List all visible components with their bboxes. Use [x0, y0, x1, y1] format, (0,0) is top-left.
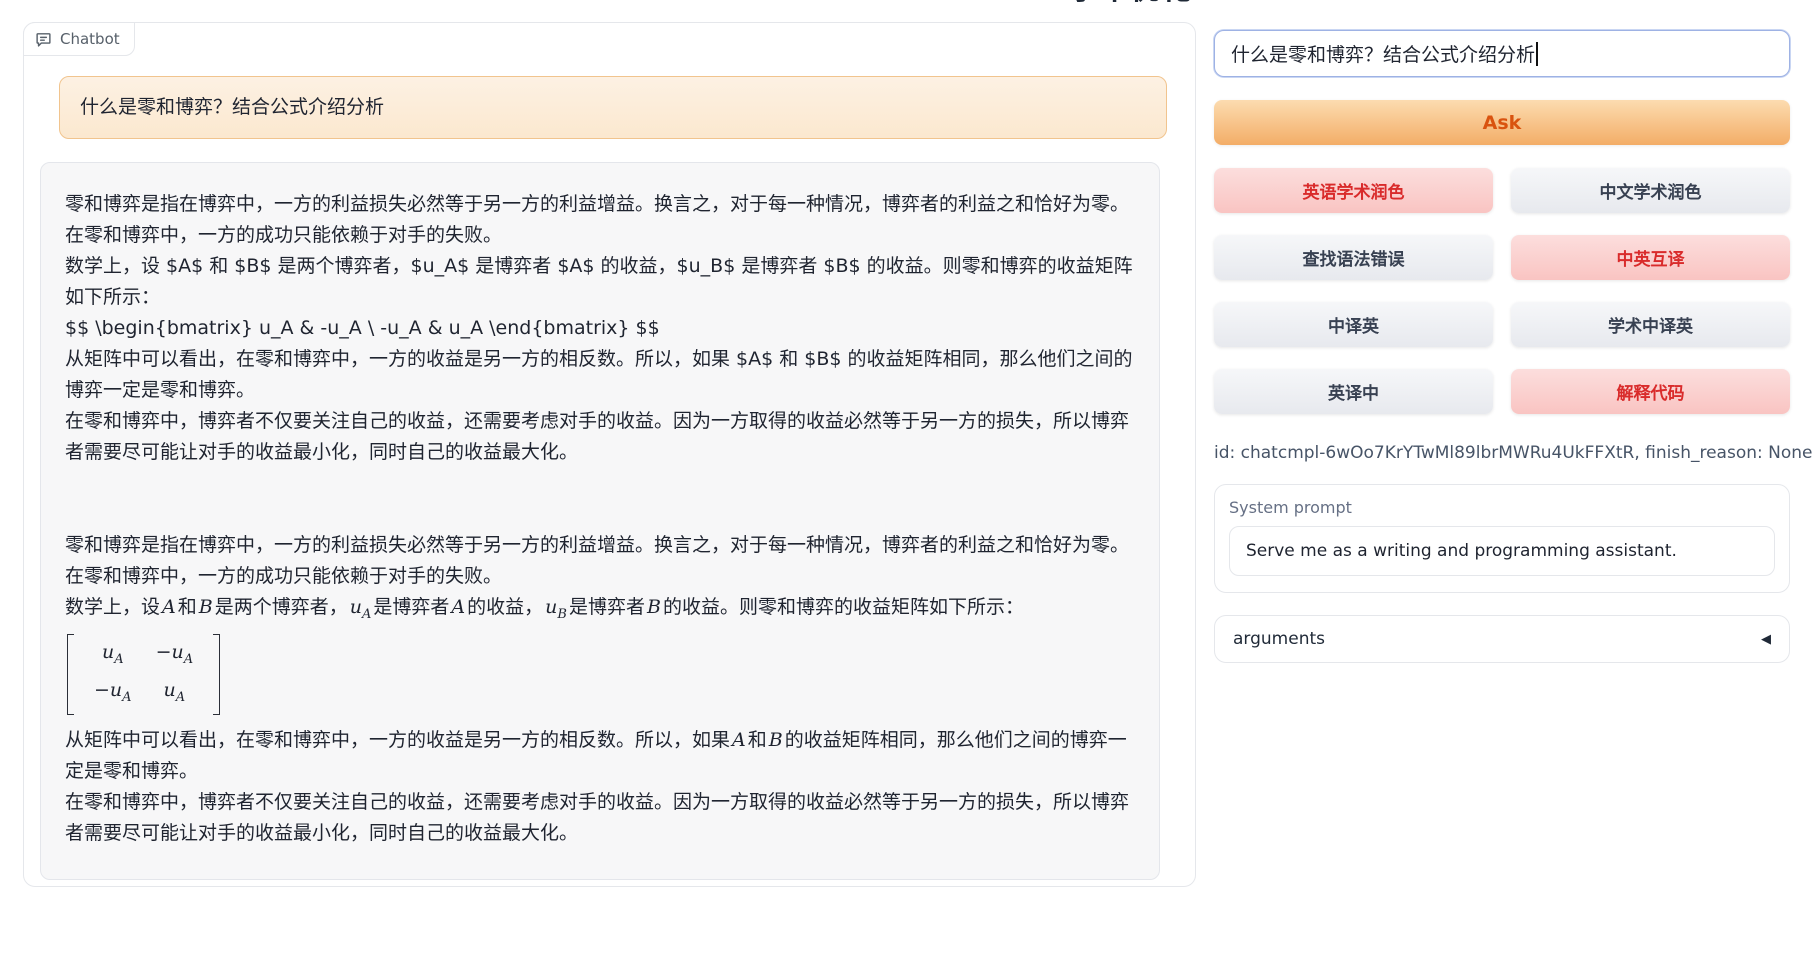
math-variable: −uA — [92, 679, 134, 701]
bot-paragraph: 零和博弈是指在博弈中，一方的利益损失必然等于另一方的利益增益。换言之，对于每一种… — [65, 530, 1135, 561]
math-variable: B — [645, 596, 663, 618]
system-prompt-group: System prompt Serve me as a writing and … — [1214, 484, 1790, 593]
function-button-2[interactable]: 查找语法错误 — [1214, 235, 1493, 280]
function-button-6[interactable]: 英译中 — [1214, 369, 1493, 414]
page-title-clipped: ChatGPT 学术优化 — [0, 0, 1814, 12]
function-button-7[interactable]: 解释代码 — [1511, 369, 1790, 414]
question-input-value: 什么是零和博弈？结合公式介绍分析 — [1231, 40, 1535, 67]
function-button-5[interactable]: 学术中译英 — [1511, 302, 1790, 347]
math-variable: uA — [100, 641, 126, 663]
chat-bubble-icon — [35, 31, 52, 48]
user-message-text: 什么是零和博弈？结合公式介绍分析 — [80, 96, 384, 118]
raw-latex-block: 零和博弈是指在博弈中，一方的利益损失必然等于另一方的利益增益。换言之，对于每一种… — [65, 189, 1135, 468]
chatbot-label-text: Chatbot — [60, 30, 120, 48]
function-button-1[interactable]: 中文学术润色 — [1511, 168, 1790, 213]
math-variable: uB — [543, 596, 569, 618]
ask-button[interactable]: Ask — [1214, 100, 1790, 145]
function-button-3[interactable]: 中英互译 — [1511, 235, 1790, 280]
bot-paragraph: $$ \begin{bmatrix} u_A & -u_A \ -u_A & u… — [65, 313, 1135, 344]
chatbot-label: Chatbot — [23, 22, 135, 56]
arguments-accordion[interactable]: arguments ◀ — [1214, 615, 1790, 663]
chatbot-panel: Chatbot 什么是零和博弈？结合公式介绍分析 零和博弈是指在博弈中，一方的利… — [23, 22, 1196, 887]
bot-paragraph: 在零和博弈中，一方的成功只能依赖于对手的失败。 — [65, 561, 1135, 592]
math-variable: −uA — [154, 641, 196, 663]
function-button-4[interactable]: 中译英 — [1214, 302, 1493, 347]
status-line: id: chatcmpl-6wOo7KrYTwMl89lbrMWRu4UkFFX… — [1214, 443, 1790, 463]
bot-paragraph: 数学上，设A和B是两个博弈者，uA是博弈者A的收益，uB是博弈者B的收益。则零和… — [65, 592, 1135, 630]
arguments-accordion-label: arguments — [1233, 629, 1325, 649]
math-variable: B — [767, 729, 785, 751]
bot-paragraph: 从矩阵中可以看出，在零和博弈中，一方的收益是另一方的相反数。所以，如果 $A$ … — [65, 344, 1135, 406]
bot-paragraph: 零和博弈是指在博弈中，一方的利益损失必然等于另一方的利益增益。换言之，对于每一种… — [65, 189, 1135, 220]
chat-messages[interactable]: 什么是零和博弈？结合公式介绍分析 零和博弈是指在博弈中，一方的利益损失必然等于另… — [24, 23, 1195, 886]
text-cursor — [1536, 42, 1538, 66]
system-prompt-label: System prompt — [1229, 498, 1775, 517]
bot-paragraph: uA −uA −uA uA — [65, 630, 1135, 726]
bot-message: 零和博弈是指在博弈中，一方的利益损失必然等于另一方的利益增益。换言之，对于每一种… — [40, 162, 1160, 880]
bot-paragraph: 在零和博弈中，一方的成功只能依赖于对手的失败。 — [65, 220, 1135, 251]
bot-paragraph: 数学上，设 $A$ 和 $B$ 是两个博弈者，$u_A$ 是博弈者 $A$ 的收… — [65, 251, 1135, 313]
math-variable: uA — [162, 679, 188, 701]
bot-paragraph: 在零和博弈中，博弈者不仅要关注自己的收益，还需要考虑对手的收益。因为一方取得的收… — [65, 406, 1135, 468]
math-variable: B — [197, 596, 215, 618]
math-variable: A — [160, 596, 178, 618]
system-prompt-input[interactable]: Serve me as a writing and programming as… — [1229, 526, 1775, 576]
user-message: 什么是零和博弈？结合公式介绍分析 — [59, 76, 1167, 139]
math-variable: A — [730, 729, 748, 751]
app-title: ChatGPT 学术优化 — [905, 0, 1192, 7]
function-button-grid: 英语学术润色中文学术润色查找语法错误中英互译中译英学术中译英英译中解释代码 — [1214, 168, 1790, 414]
bot-paragraph: 从矩阵中可以看出，在零和博弈中，一方的收益是另一方的相反数。所以，如果A和B的收… — [65, 725, 1135, 787]
controls-column: 什么是零和博弈？结合公式介绍分析 Ask 英语学术润色中文学术润色查找语法错误中… — [1214, 30, 1790, 663]
question-input[interactable]: 什么是零和博弈？结合公式介绍分析 — [1214, 30, 1790, 77]
rendered-math-block: 零和博弈是指在博弈中，一方的利益损失必然等于另一方的利益增益。换言之，对于每一种… — [65, 530, 1135, 849]
bot-paragraph: 在零和博弈中，博弈者不仅要关注自己的收益，还需要考虑对手的收益。因为一方取得的收… — [65, 787, 1135, 849]
payoff-matrix: uA −uA −uA uA — [67, 634, 220, 716]
math-variable: A — [449, 596, 467, 618]
accordion-collapse-icon: ◀ — [1761, 632, 1771, 647]
math-variable: uA — [348, 596, 374, 618]
function-button-0[interactable]: 英语学术润色 — [1214, 168, 1493, 213]
